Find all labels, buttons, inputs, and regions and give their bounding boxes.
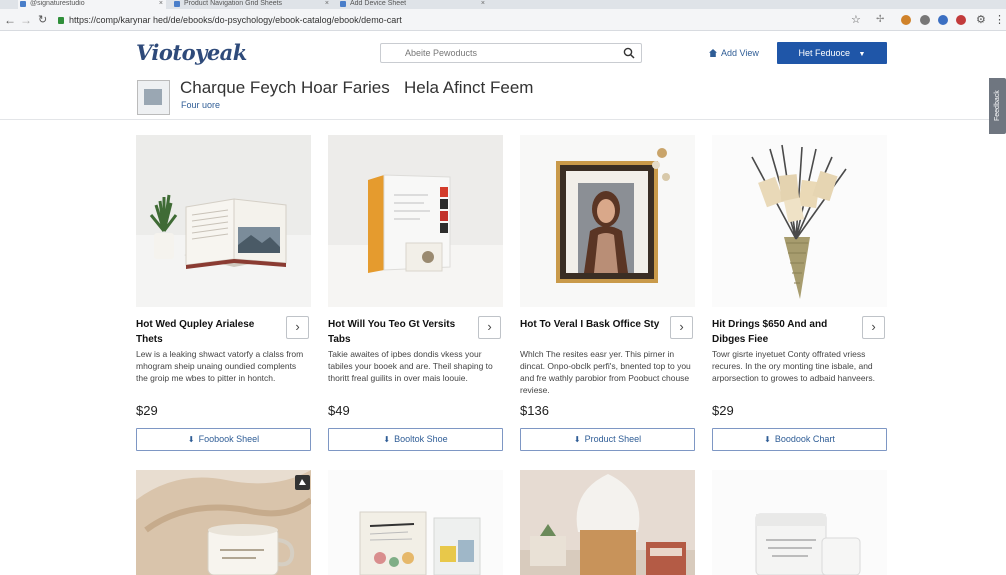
add-view-link[interactable]: Add View bbox=[709, 48, 759, 58]
product-price: $136 bbox=[520, 403, 549, 418]
product-action-button[interactable]: ⬇ Booltok Shoe bbox=[328, 428, 503, 451]
close-icon[interactable]: × bbox=[159, 0, 163, 8]
hero-thumbnail bbox=[137, 80, 170, 115]
product-price: $29 bbox=[136, 403, 158, 418]
product-price: $49 bbox=[328, 403, 350, 418]
tab-label: Product Navigation Grid Sheets bbox=[184, 0, 283, 7]
site-logo[interactable]: Viotoyeak bbox=[136, 40, 247, 65]
product-action-button[interactable]: ⬇ Foobook Sheel bbox=[136, 428, 311, 451]
browser-tab-bar: @signaturestudio × Product Navigation Gr… bbox=[0, 0, 1006, 9]
product-image-mug[interactable] bbox=[136, 470, 311, 575]
tab-favicon-icon bbox=[174, 1, 180, 7]
feedback-side-tab[interactable]: Feedback bbox=[989, 78, 1006, 134]
product-card: Hot Wed Qupley Arialese Thets › Lew is a… bbox=[136, 135, 311, 453]
product-image-diffuser[interactable] bbox=[520, 470, 695, 575]
product-image-book[interactable] bbox=[136, 135, 311, 307]
chevron-right-icon[interactable]: › bbox=[670, 316, 693, 339]
extension-icon[interactable] bbox=[938, 15, 948, 25]
product-description: Whlch The resites easr yer. This pirner … bbox=[520, 349, 691, 395]
reload-icon[interactable]: ↻ bbox=[38, 13, 47, 27]
product-price: $29 bbox=[712, 403, 734, 418]
chevron-down-icon: ▼ bbox=[858, 51, 866, 58]
download-arrow-icon: ⬇ bbox=[383, 435, 391, 444]
tab-favicon-icon bbox=[340, 1, 346, 7]
browser-tab[interactable]: @signaturestudio × bbox=[18, 0, 166, 9]
menu-dots-icon[interactable]: ⋮ bbox=[994, 13, 1005, 27]
settings-gear-icon[interactable]: ⚙ bbox=[976, 13, 986, 27]
button-label: Boodook Chart bbox=[774, 434, 835, 444]
forward-arrow-icon[interactable]: → bbox=[20, 13, 32, 27]
page-title-secondary: Hela Afinct Feem bbox=[404, 78, 534, 97]
download-arrow-icon: ⬇ bbox=[187, 435, 195, 444]
primary-dropdown-button[interactable]: Het Feduoce ▼ bbox=[777, 42, 887, 64]
chevron-right-icon[interactable]: › bbox=[862, 316, 885, 339]
back-arrow-icon[interactable]: ← bbox=[4, 13, 16, 27]
star-icon[interactable]: ☆ bbox=[851, 13, 861, 27]
product-title[interactable]: Hit Drings $650 And and Dibges Fiee bbox=[712, 317, 857, 347]
search-input[interactable]: Abeite Pewoducts bbox=[380, 43, 642, 63]
product-description: Towr gisrte inyetuet Conty offrated vrie… bbox=[712, 349, 876, 383]
lock-icon bbox=[58, 17, 64, 24]
button-label: Product Sheel bbox=[584, 434, 642, 444]
tab-label: Add Device Sheet bbox=[350, 0, 407, 7]
url-field[interactable]: https://comp/karynar hed/de/ebooks/do-ps… bbox=[58, 12, 838, 28]
button-label: Booltok Shoe bbox=[394, 434, 448, 444]
page-title: Charque Feych Hoar Faries bbox=[180, 78, 390, 97]
product-description: Lew is a leaking shwact vatorfy a clalss… bbox=[136, 349, 304, 383]
button-label: Foobook Sheel bbox=[198, 434, 260, 444]
product-title[interactable]: Hot Will You Teo Gt Versits Tabs bbox=[328, 317, 473, 347]
close-icon[interactable]: × bbox=[325, 0, 329, 8]
extension-icon[interactable]: ✢ bbox=[876, 13, 884, 27]
address-bar: ← → ↻ https://comp/karynar hed/de/ebooks… bbox=[0, 9, 1006, 31]
extension-icon[interactable] bbox=[901, 15, 911, 25]
product-image-cards[interactable] bbox=[328, 470, 503, 575]
product-card: Hit Drings $650 And and Dibges Fiee › To… bbox=[712, 135, 887, 453]
primary-button-label: Het Feduoce bbox=[798, 48, 851, 58]
product-action-button[interactable]: ⬇ Product Sheel bbox=[520, 428, 695, 451]
download-arrow-icon: ⬇ bbox=[764, 435, 771, 444]
header-divider bbox=[0, 119, 1006, 120]
page-subtitle-link[interactable]: Four uore bbox=[181, 100, 220, 110]
product-card: Hot Will You Teo Gt Versits Tabs › Takie… bbox=[328, 135, 503, 453]
product-title[interactable]: Hot Wed Qupley Arialese Thets bbox=[136, 317, 281, 347]
product-action-button[interactable]: ⬇ Boodook Chart bbox=[712, 428, 887, 451]
product-image-frame[interactable] bbox=[520, 135, 695, 307]
product-description: Takie awaites of ipbes dondis vkess your… bbox=[328, 349, 493, 383]
close-icon[interactable]: × bbox=[481, 0, 485, 8]
extension-icon[interactable] bbox=[920, 15, 930, 25]
tab-label: @signaturestudio bbox=[30, 0, 85, 7]
home-icon bbox=[709, 49, 717, 57]
search-icon[interactable] bbox=[623, 47, 635, 59]
product-title[interactable]: Hot To Veral I Bask Office Sty bbox=[520, 317, 665, 332]
search-placeholder: Abeite Pewoducts bbox=[405, 48, 478, 58]
product-card: Hot To Veral I Bask Office Sty › Whlch T… bbox=[520, 135, 695, 453]
browser-tab[interactable]: Product Navigation Grid Sheets × bbox=[172, 0, 332, 9]
add-view-label: Add View bbox=[721, 48, 759, 58]
extension-icon[interactable] bbox=[956, 15, 966, 25]
chevron-right-icon[interactable]: › bbox=[286, 316, 309, 339]
url-text: https://comp/karynar hed/de/ebooks/do-ps… bbox=[69, 15, 402, 25]
download-arrow-icon: ⬇ bbox=[573, 435, 581, 444]
chevron-right-icon[interactable]: › bbox=[478, 316, 501, 339]
product-image-jars[interactable] bbox=[712, 470, 887, 575]
tab-favicon-icon bbox=[20, 1, 26, 7]
product-image-binder[interactable] bbox=[328, 135, 503, 307]
product-image-tags[interactable] bbox=[712, 135, 887, 307]
browser-tab[interactable]: Add Device Sheet × bbox=[338, 0, 488, 9]
